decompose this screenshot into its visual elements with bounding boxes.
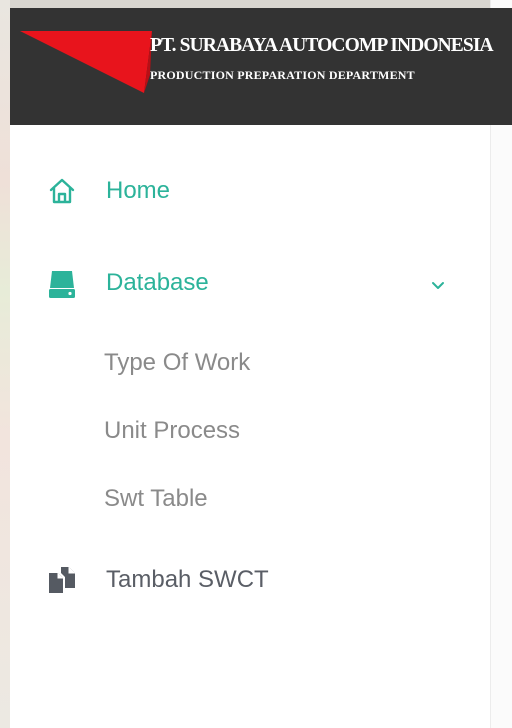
company-logo [20,31,152,93]
brand-header: PT. SURABAYA AUTOCOMP INDONESIA PRODUCTI… [10,8,512,125]
background-left [0,0,10,728]
submenu-item-type-of-work[interactable]: Type Of Work [104,349,250,377]
sidebar-item-home[interactable]: Home [10,163,490,223]
home-icon [49,178,75,204]
sidebar-item-label: Tambah SWCT [106,566,269,593]
submenu-item-unit-process[interactable]: Unit Process [104,417,240,445]
submenu-item-swt-table[interactable]: Swt Table [104,485,208,513]
sidebar-item-label: Home [106,177,171,204]
sidebar-item-label: Database [106,269,209,296]
hard-drive-icon [49,271,75,298]
chevron-down-icon[interactable] [428,275,448,295]
sidebar: Home Database Type Of Work Unit Process … [10,125,490,728]
sidebar-item-database[interactable]: Database [10,255,490,315]
sidebar-item-tambah-swct[interactable]: Tambah SWCT [10,550,490,610]
background-top [0,0,512,8]
department-name: PRODUCTION PREPARATION DEPARTMENT [150,68,415,82]
copy-documents-icon [49,567,75,593]
company-name: PT. SURABAYA AUTOCOMP INDONESIA [150,35,494,56]
